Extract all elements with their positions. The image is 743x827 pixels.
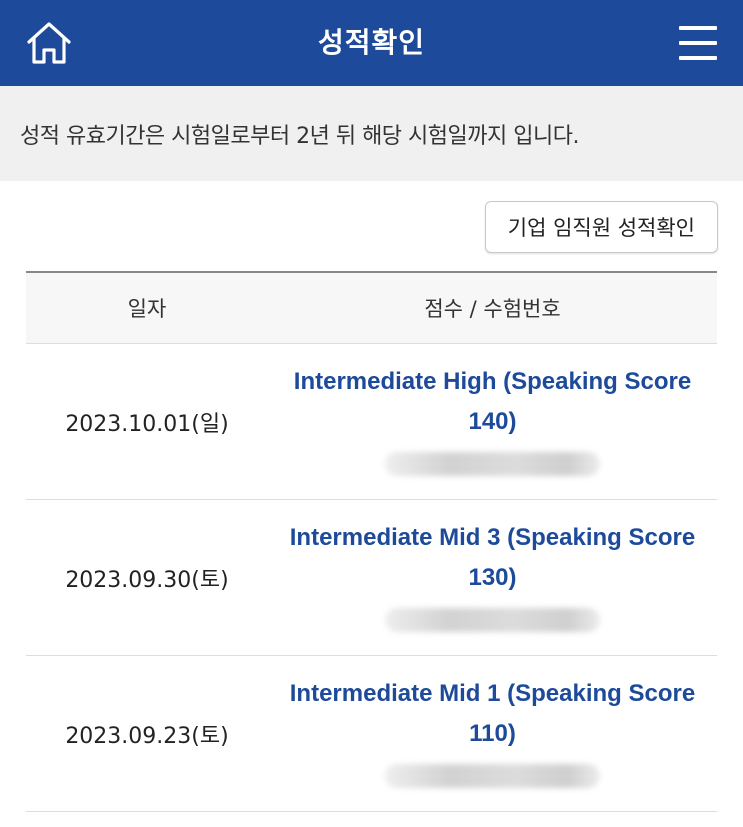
row-date: 2023.10.01(일) — [65, 411, 229, 437]
redacted-exam-number — [385, 607, 600, 632]
validity-notice: 성적 유효기간은 시험일로부터 2년 뒤 해당 시험일까지 입니다. — [0, 86, 743, 181]
row-date: 2023.09.23(토) — [65, 723, 229, 749]
score-link[interactable]: Intermediate Mid 3 (Speaking Score 130) — [273, 518, 713, 598]
header-score: 점수 / 수험번호 — [424, 297, 561, 321]
row-date: 2023.09.30(토) — [65, 567, 229, 593]
page-title: 성적확인 — [317, 26, 426, 59]
score-link[interactable]: Intermediate Mid 1 (Speaking Score 110) — [273, 674, 713, 754]
row-score-cell: Intermediate Mid 3 (Speaking Score 130) — [268, 524, 717, 632]
hamburger-menu-icon[interactable] — [679, 26, 717, 60]
redacted-exam-number — [385, 451, 600, 476]
corporate-score-check-button[interactable]: 기업 임직원 성적확인 — [484, 201, 718, 253]
table-header: 일자 점수 / 수험번호 — [26, 273, 717, 344]
row-score-cell: Intermediate High (Speaking Score 140) — [268, 368, 717, 476]
score-table: 일자 점수 / 수험번호 2023.10.01(일) Intermediate … — [26, 271, 717, 812]
table-row: 2023.09.23(토) Intermediate Mid 1 (Speaki… — [26, 656, 717, 812]
notice-text: 성적 유효기간은 시험일로부터 2년 뒤 해당 시험일까지 입니다. — [20, 123, 579, 149]
redacted-exam-number — [385, 763, 600, 788]
app-header: 성적확인 — [0, 0, 743, 86]
table-row: 2023.09.30(토) Intermediate Mid 3 (Speaki… — [26, 500, 717, 656]
table-row: 2023.10.01(일) Intermediate High (Speakin… — [26, 344, 717, 500]
action-row: 기업 임직원 성적확인 — [0, 181, 743, 271]
score-link[interactable]: Intermediate High (Speaking Score 140) — [273, 362, 713, 442]
header-date: 일자 — [127, 297, 167, 321]
row-score-cell: Intermediate Mid 1 (Speaking Score 110) — [268, 680, 717, 788]
